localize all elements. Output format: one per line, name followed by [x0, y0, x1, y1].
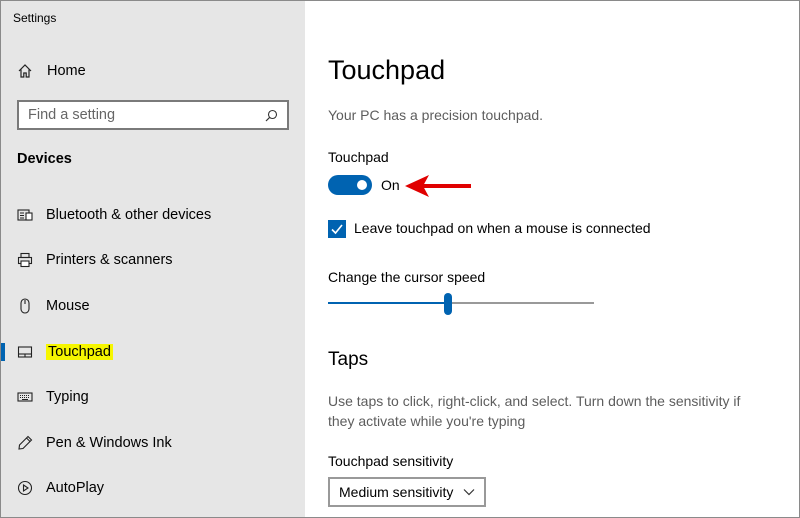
cursor-speed-slider[interactable] [328, 291, 594, 315]
nav-home[interactable]: Home [1, 53, 305, 89]
touchpad-info-text: Your PC has a precision touchpad. [328, 107, 544, 123]
window-title: Settings [13, 11, 57, 25]
sidebar-item-touchpad[interactable]: Touchpad [1, 329, 305, 375]
touchpad-toggle-label: Touchpad [328, 149, 389, 165]
sidebar-item-pen[interactable]: Pen & Windows Ink [1, 420, 305, 466]
sidebar-item-label: Printers & scanners [46, 252, 173, 269]
search-box[interactable] [17, 100, 289, 130]
leave-touchpad-on-checkbox[interactable] [328, 220, 346, 238]
toggle-state-text: On [381, 177, 400, 193]
sidebar-item-label: Pen & Windows Ink [46, 434, 172, 451]
touchpad-toggle[interactable] [328, 175, 372, 195]
pen-icon [16, 434, 34, 452]
section-devices-label: Devices [17, 151, 72, 167]
search-input[interactable] [19, 102, 263, 128]
sidebar-item-label: Mouse [46, 297, 90, 314]
sidebar-item-printers[interactable]: Printers & scanners [1, 238, 305, 284]
leave-touchpad-on-label: Leave touchpad on when a mouse is connec… [354, 220, 651, 236]
sidebar-item-label: Touchpad [46, 343, 113, 360]
slider-fill [328, 302, 448, 304]
settings-window: Settings Home Devices Bluetooth & other … [0, 0, 800, 518]
taps-heading: Taps [328, 349, 369, 370]
sidebar-item-label: Bluetooth & other devices [46, 206, 212, 223]
keyboard-icon [16, 388, 34, 406]
chevron-down-icon [462, 485, 476, 499]
touchpad-icon [16, 343, 34, 361]
main-content: Touchpad Your PC has a precision touchpa… [305, 1, 799, 517]
sidebar-item-autoplay[interactable]: AutoPlay [1, 466, 305, 512]
sidebar-item-label: Typing [46, 389, 89, 406]
nav-home-label: Home [47, 63, 86, 79]
cursor-speed-label: Change the cursor speed [328, 269, 486, 285]
sensitivity-selected-value: Medium sensitivity [339, 484, 454, 500]
sidebar: Settings Home Devices Bluetooth & other … [1, 1, 305, 517]
page-title: Touchpad [328, 55, 446, 85]
home-icon [16, 62, 34, 80]
search-icon[interactable] [263, 107, 279, 123]
toggle-knob [357, 180, 367, 190]
touchpad-sensitivity-dropdown[interactable]: Medium sensitivity [328, 477, 486, 507]
sidebar-item-bluetooth[interactable]: Bluetooth & other devices [1, 192, 305, 238]
printer-icon [16, 251, 34, 269]
nav-list: Bluetooth & other devices Printers & sca… [1, 192, 305, 511]
taps-description: Use taps to click, right-click, and sele… [328, 393, 741, 429]
autoplay-icon [16, 479, 34, 497]
sidebar-item-mouse[interactable]: Mouse [1, 283, 305, 329]
sidebar-item-label: AutoPlay [46, 480, 105, 497]
slider-thumb[interactable] [444, 293, 452, 315]
sidebar-item-typing[interactable]: Typing [1, 374, 305, 420]
annotation-arrow-icon [405, 175, 471, 197]
slider-track [448, 302, 594, 304]
bluetooth-devices-icon [16, 206, 34, 224]
mouse-icon [16, 297, 34, 315]
touchpad-sensitivity-label: Touchpad sensitivity [328, 453, 454, 469]
checkmark-icon [331, 224, 343, 235]
